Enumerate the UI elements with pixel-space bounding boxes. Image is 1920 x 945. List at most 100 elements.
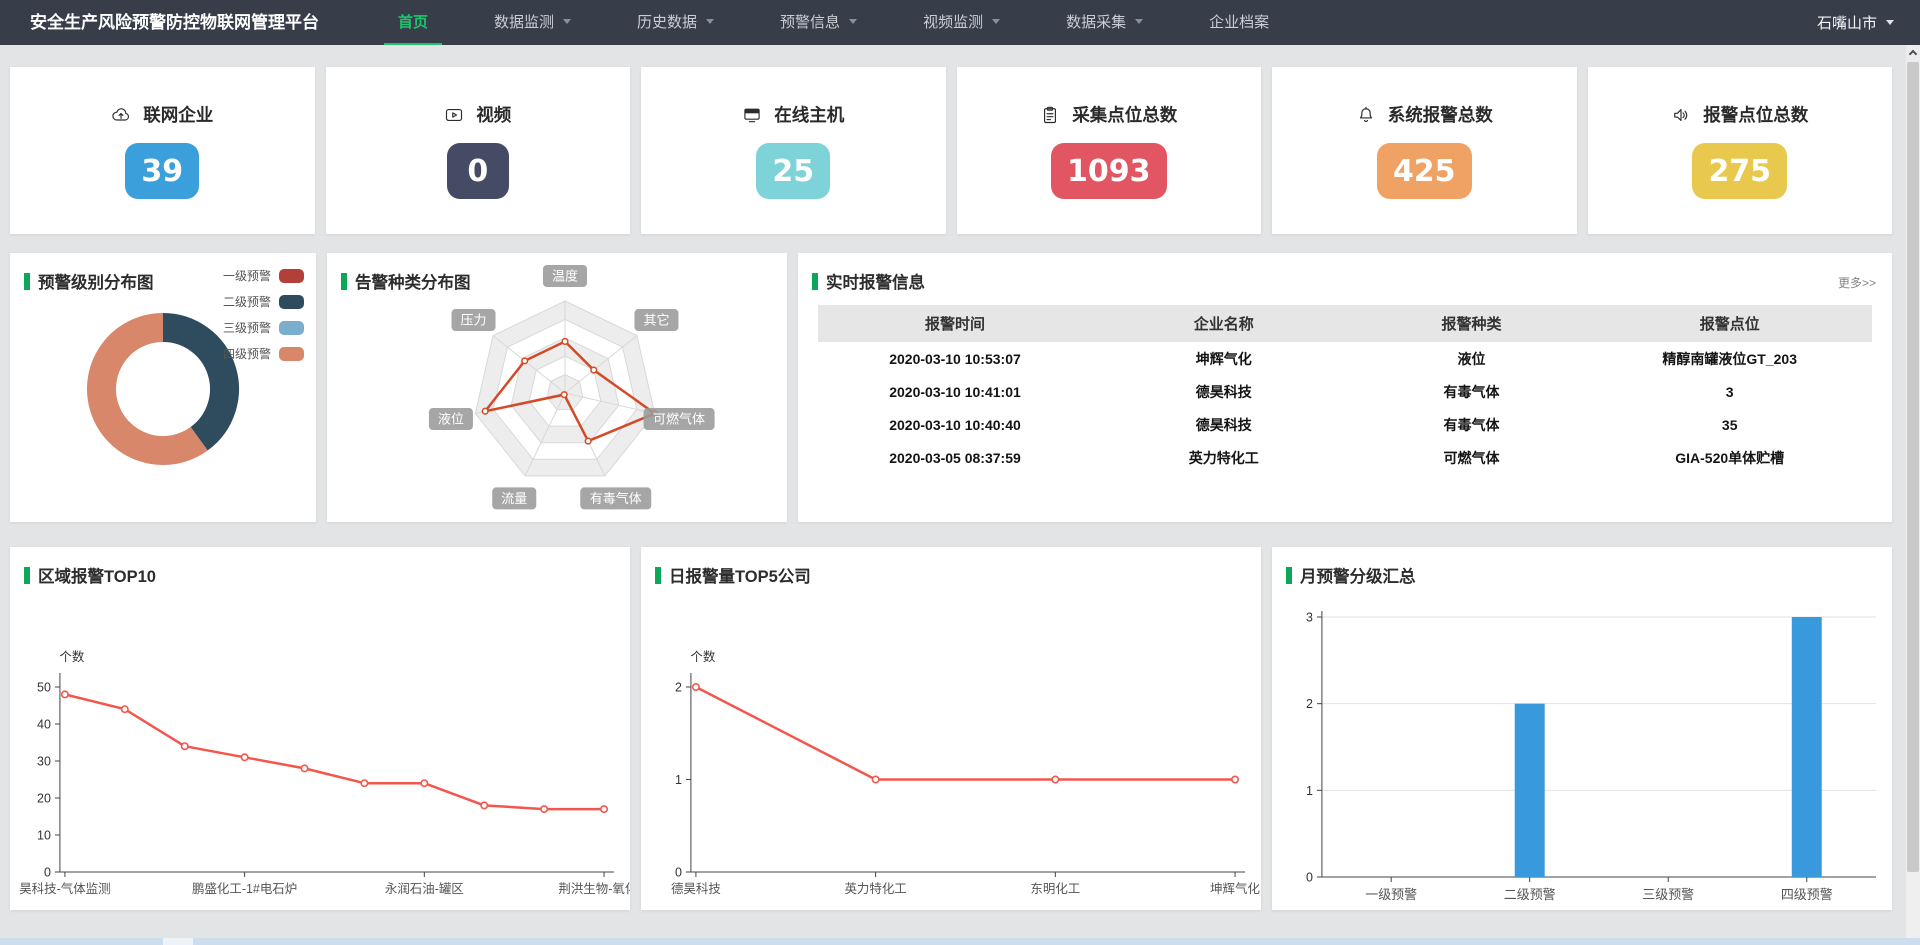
cell-alarm-point: 精醇南罐液位GT_203 xyxy=(1587,342,1872,375)
cell-alarm-type: 有毒气体 xyxy=(1356,375,1588,408)
panel-title: 区域报警TOP10 xyxy=(38,563,156,587)
svg-text:一级预警: 一级预警 xyxy=(1365,887,1417,902)
chevron-down-icon xyxy=(1886,20,1894,25)
alarm-type-radar-chart: 温度其它可燃气体有毒气体流量液位压力 xyxy=(327,253,787,522)
nav-item-data-collect[interactable]: 数据采集 xyxy=(1052,0,1157,45)
stat-value-badge: 1093 xyxy=(1051,143,1167,199)
svg-text:20: 20 xyxy=(37,791,51,805)
svg-text:10: 10 xyxy=(37,828,51,842)
nav-item-video-monitor[interactable]: 视频监测 xyxy=(909,0,1014,45)
stat-label: 联网企业 xyxy=(143,102,213,127)
nav-item-warning-info[interactable]: 预警信息 xyxy=(766,0,871,45)
vertical-scrollbar[interactable] xyxy=(1906,45,1920,938)
stat-label: 系统报警总数 xyxy=(1388,102,1493,127)
table-row: 2020-03-05 08:37:59 英力特化工 可燃气体 GIA-520单体… xyxy=(818,441,1872,474)
svg-text:1: 1 xyxy=(675,773,682,787)
stat-label: 在线主机 xyxy=(774,102,844,127)
cell-alarm-point: GIA-520单体贮槽 xyxy=(1587,441,1872,474)
svg-text:可燃气体: 可燃气体 xyxy=(653,412,705,427)
horizontal-scrollbar-thumb[interactable] xyxy=(163,938,193,945)
svg-text:永润石油-罐区: 永润石油-罐区 xyxy=(385,882,464,896)
clipboard-icon xyxy=(1040,105,1060,125)
bell-icon xyxy=(1356,105,1376,125)
svg-text:坤辉气化: 坤辉气化 xyxy=(1210,881,1260,896)
svg-text:四级预警: 四级预警 xyxy=(1781,887,1833,902)
region-selector[interactable]: 石嘴山市 xyxy=(1817,0,1894,45)
stat-value-badge: 425 xyxy=(1377,143,1472,199)
legend-item-level4[interactable]: 四级预警 xyxy=(223,345,304,362)
stat-value-badge: 25 xyxy=(756,143,830,199)
green-bar-icon xyxy=(812,273,818,290)
col-header-alarm-time: 报警时间 xyxy=(818,305,1092,342)
svg-text:0: 0 xyxy=(675,865,682,879)
nav-item-enterprise-archive[interactable]: 企业档案 xyxy=(1195,0,1283,45)
cell-alarm-time: 2020-03-10 10:40:40 xyxy=(818,408,1092,441)
svg-text:昊科技-气体监测: 昊科技-气体监测 xyxy=(19,881,110,896)
horizontal-scrollbar[interactable] xyxy=(0,938,1920,945)
scroll-up-button[interactable] xyxy=(1906,45,1920,62)
cell-alarm-time: 2020-03-10 10:41:01 xyxy=(818,375,1092,408)
panel-title: 预警级别分布图 xyxy=(38,269,154,293)
panel-title: 日报警量TOP5公司 xyxy=(669,563,811,587)
svg-text:40: 40 xyxy=(37,717,51,731)
region-alarm-top10-line-chart: 01020304050个数昊科技-气体监测鹏盛化工-1#电石炉永润石油-罐区荆洪… xyxy=(10,547,630,910)
legend-label: 四级预警 xyxy=(223,345,271,362)
panel-title: 告警种类分布图 xyxy=(355,269,471,293)
svg-text:德昊科技: 德昊科技 xyxy=(671,881,721,896)
svg-text:0: 0 xyxy=(44,865,51,879)
green-bar-icon xyxy=(341,273,347,290)
green-bar-icon xyxy=(24,273,30,290)
legend-label: 三级预警 xyxy=(223,319,271,336)
legend-swatch xyxy=(279,321,304,335)
chevron-down-icon xyxy=(706,19,714,24)
stat-label: 视频 xyxy=(476,102,511,127)
nav-item-label: 首页 xyxy=(398,11,428,32)
nav-item-history-data[interactable]: 历史数据 xyxy=(623,0,728,45)
legend-item-level3[interactable]: 三级预警 xyxy=(223,319,304,336)
svg-text:个数: 个数 xyxy=(690,649,715,664)
chevron-down-icon xyxy=(992,19,1000,24)
stat-card-system-alarms: 系统报警总数 425 xyxy=(1272,67,1577,234)
cell-alarm-point: 35 xyxy=(1587,408,1872,441)
svg-text:液位: 液位 xyxy=(438,412,464,427)
nav-item-home[interactable]: 首页 xyxy=(384,0,442,45)
green-bar-icon xyxy=(655,567,661,584)
stat-value-badge: 0 xyxy=(447,143,509,199)
legend-item-level2[interactable]: 二级预警 xyxy=(223,293,304,310)
realtime-alarm-table: 报警时间 企业名称 报警种类 报警点位 2020-03-10 10:53:07 … xyxy=(818,305,1872,474)
video-icon xyxy=(444,105,464,125)
cell-company: 德昊科技 xyxy=(1092,408,1356,441)
svg-text:2: 2 xyxy=(675,680,682,694)
stat-card-online-hosts: 在线主机 25 xyxy=(641,67,946,234)
svg-text:东明化工: 东明化工 xyxy=(1030,882,1080,896)
nav-item-data-monitor[interactable]: 数据监测 xyxy=(480,0,585,45)
stat-value-badge: 275 xyxy=(1692,143,1787,199)
legend-swatch xyxy=(279,347,304,361)
bottom-row: 区域报警TOP10 01020304050个数昊科技-气体监测鹏盛化工-1#电石… xyxy=(10,547,1892,910)
stat-label: 采集点位总数 xyxy=(1072,102,1177,127)
legend-item-level1[interactable]: 一级预警 xyxy=(223,267,304,284)
svg-text:三级预警: 三级预警 xyxy=(1642,887,1694,902)
stat-label: 报警点位总数 xyxy=(1703,102,1808,127)
svg-text:30: 30 xyxy=(37,754,51,768)
daily-alarm-top5-line-chart: 0 1 2 个数德昊科技 英力特化工 东明化工 坤辉气化 xyxy=(641,547,1261,910)
region-label: 石嘴山市 xyxy=(1817,12,1877,33)
chevron-down-icon xyxy=(1135,19,1143,24)
nav-item-label: 企业档案 xyxy=(1209,11,1269,32)
cell-alarm-type: 液位 xyxy=(1356,342,1588,375)
cloud-upload-icon xyxy=(111,105,131,125)
col-header-company: 企业名称 xyxy=(1092,305,1356,342)
panel-daily-alarm-top5: 日报警量TOP5公司 0 1 2 个数德昊科技 英力特化工 东明化工 坤辉气化 xyxy=(641,547,1261,910)
stat-card-alarm-points: 报警点位总数 275 xyxy=(1588,67,1893,234)
panel-monthly-warning-summary: 月预警分级汇总 0123一级预警二级预警三级预警四级预警 xyxy=(1272,547,1892,910)
legend-label: 二级预警 xyxy=(223,293,271,310)
svg-text:英力特化工: 英力特化工 xyxy=(844,881,906,896)
legend-swatch xyxy=(279,295,304,309)
monthly-warning-bar-chart: 0123一级预警二级预警三级预警四级预警 xyxy=(1272,547,1892,910)
vertical-scrollbar-thumb[interactable] xyxy=(1907,62,1919,872)
stat-card-connected-enterprises: 联网企业 39 xyxy=(10,67,315,234)
speaker-icon xyxy=(1671,105,1691,125)
more-link[interactable]: 更多>> xyxy=(1838,274,1876,291)
stat-card-videos: 视频 0 xyxy=(326,67,631,234)
panel-warning-level-pie: 预警级别分布图 一级预警 二级预警 三级预警 四级预警 xyxy=(10,253,316,522)
